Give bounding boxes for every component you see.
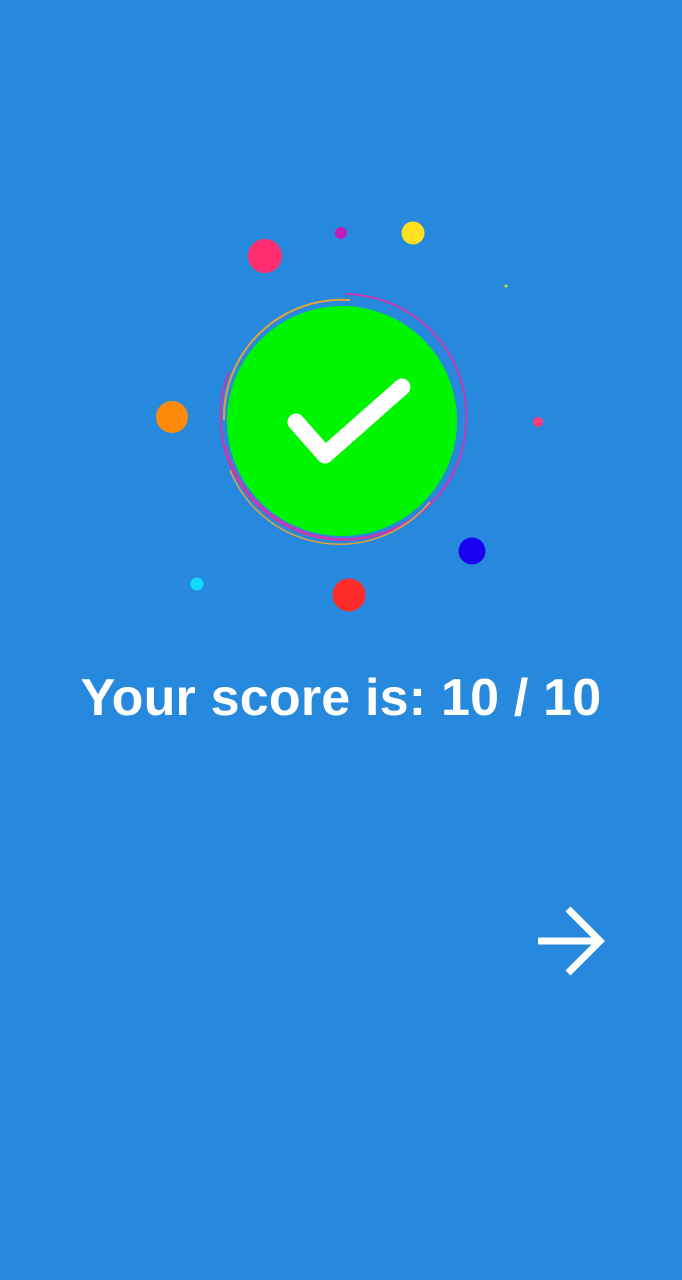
confetti-dot [533,417,543,427]
next-button[interactable] [520,896,616,986]
confetti-dot [190,577,204,591]
celebration-graphic [156,221,543,612]
confetti-dot [332,578,366,612]
confetti-dot [156,401,188,433]
confetti-dot [458,537,486,565]
confetti-dot [504,284,508,288]
arrow-right-icon [538,906,605,976]
check-circle-icon [227,306,457,536]
confetti-dot [401,221,425,245]
confetti-dot [248,239,282,273]
confetti-dot [335,227,347,239]
quiz-result-screen: Your score is: 10 / 10 [0,0,682,1280]
score-text: Your score is: 10 / 10 [80,669,602,727]
